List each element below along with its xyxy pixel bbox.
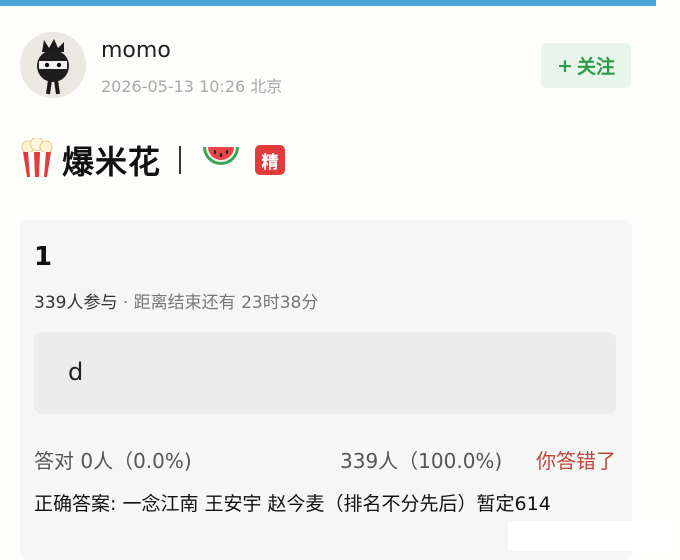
avatar[interactable] xyxy=(20,32,86,98)
plus-icon: + xyxy=(557,54,573,77)
featured-badge: 精 xyxy=(255,145,286,175)
author-name[interactable]: momo xyxy=(101,38,171,63)
post-title: 爆米花 xyxy=(62,143,162,181)
poll-title: 1 xyxy=(34,242,53,272)
correct-stat: 答对 0人（0.0%) xyxy=(34,445,192,474)
avatar-image xyxy=(20,32,86,98)
follow-label: 关注 xyxy=(576,56,615,78)
top-accent-bar xyxy=(0,0,656,6)
watermark xyxy=(508,521,672,551)
correct-answer: 正确答案: 一念江南 王安宇 赵今麦（排名不分先后）暂定614 xyxy=(34,490,614,518)
poll-stats-row: 答对 0人（0.0%) 339人（100.0%) 你答错了 xyxy=(34,445,616,474)
participant-count: 339人参与 xyxy=(34,293,118,313)
poll-option[interactable]: d xyxy=(34,332,616,414)
poll-card: 1 339人参与 · 距离结束还有 23时38分 d 答对 0人（0.0%) 3… xyxy=(20,220,632,560)
post-location: 北京 xyxy=(250,77,283,96)
title-divider xyxy=(179,146,182,174)
watermelon-icon xyxy=(201,143,241,177)
poll-countdown: 距离结束还有 23时38分 xyxy=(133,293,319,313)
correct-label: 答对 xyxy=(34,449,74,473)
answer-text: 一念江南 王安宇 赵今麦（排名不分先后）暂定614 xyxy=(122,493,551,515)
poll-meta: 339人参与 · 距离结束还有 23时38分 xyxy=(34,288,318,313)
post-date: 2026-05-13 10:26 xyxy=(101,77,246,96)
popcorn-icon xyxy=(20,137,54,182)
correct-value: 0人（0.0%) xyxy=(80,449,192,473)
post-meta: 2026-05-13 10:26 北京 xyxy=(101,73,282,97)
post-title-row: 爆米花 精 xyxy=(20,137,286,182)
poll-option-label: d xyxy=(68,358,84,386)
option-stat: 339人（100.0%) xyxy=(340,449,503,473)
wrong-answer-label: 你答错了 xyxy=(536,449,616,473)
answer-label: 正确答案: xyxy=(34,493,117,515)
meta-separator: · xyxy=(122,293,129,313)
follow-button[interactable]: + 关注 xyxy=(541,43,631,88)
